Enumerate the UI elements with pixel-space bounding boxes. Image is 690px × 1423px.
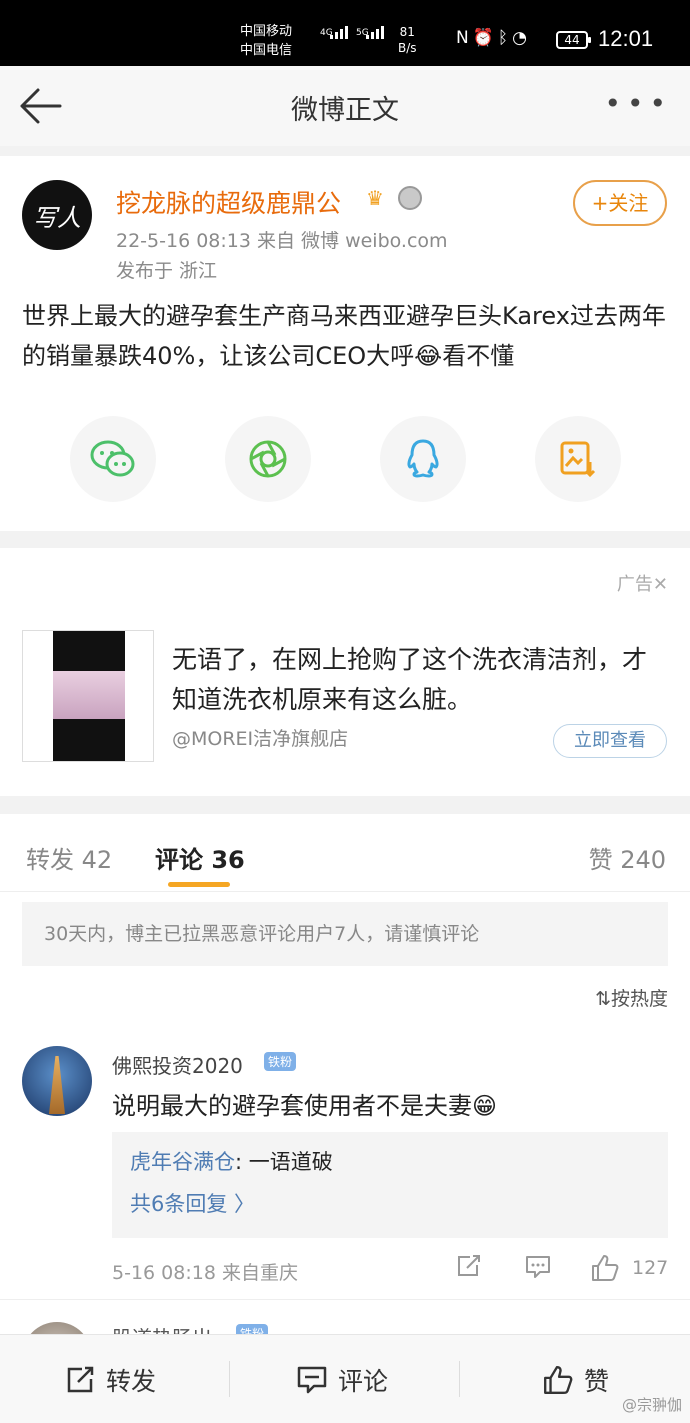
ad-thumbnail[interactable] [22,630,154,762]
ad-close-label[interactable]: 广告✕ [617,570,668,596]
view-replies-link[interactable]: 共6条回复 〉 [130,1188,255,1218]
divider [0,796,690,814]
nfc-icon: Ν [456,28,473,48]
divider [229,1361,230,1397]
clock: 12:01 [598,26,654,51]
ad-source: @MOREI洁净旗舰店 [172,728,349,750]
carrier-1: 中国移动 [240,24,293,39]
wechat-icon [90,440,135,477]
bluetooth-icon: ᛒ [497,28,513,48]
commenter-name[interactable]: 佛熙投资2020 [112,1050,243,1079]
comment-text: 说明最大的避孕套使用者不是夫妻😁 [112,1092,498,1120]
thumbs-up-icon [592,1255,619,1281]
reply-text: : 一语道破 [235,1150,333,1174]
author-avatar[interactable]: 写人 [22,180,92,250]
tab-comment[interactable]: 评论 36 [155,840,245,875]
battery-icon: 44 [556,31,591,49]
alarm-icon: ⏰ [472,28,498,48]
status-bar: 中国移动 中国电信 4G 5G 81 B/s Ν⏰ᛒ◔ 44 12:01 [0,0,690,66]
speed-icon: ◔ [512,28,531,48]
fan-badge: 铁粉 [264,1052,297,1071]
signal-bars-icon [330,26,348,39]
like-label: 赞 [584,1366,610,1396]
comment-label: 评论 [338,1366,389,1396]
signal-bars-icon [366,26,384,39]
comment-item: 佛熙投资2020 铁粉 说明最大的避孕套使用者不是夫妻😁 虎年谷满仓: 一语道破… [0,1040,690,1300]
post-location: 发布于 浙江 [116,260,218,282]
comment-time: 5-16 08:18 来自重庆 [112,1262,298,1284]
divider [459,1361,460,1397]
repost-icon [67,1366,94,1392]
post-card: 写人 挖龙脉的超级鹿鼎公 ♛ 22-5-16 08:13 来自 微博 weibo… [0,156,690,531]
comment-like-button[interactable]: 127 [590,1254,668,1282]
reply-comment-icon[interactable] [524,1254,552,1280]
commenter-avatar[interactable] [22,1046,92,1116]
watermark: @宗翀伽 [621,1396,682,1414]
divider [0,146,690,156]
qq-icon [407,439,439,478]
repost-comment-icon[interactable] [456,1254,482,1278]
active-tab-indicator [168,882,230,887]
crown-icon: ♛ [366,186,384,210]
ad-view-button[interactable]: 立即查看 [553,724,667,758]
carrier-2: 中国电信 [240,43,293,58]
share-row [0,416,690,502]
medal-icon [398,186,422,210]
save-image-button[interactable] [535,416,621,502]
repost-button[interactable]: 转发 [66,1335,156,1423]
tab-like[interactable]: 赞 240 [589,840,666,875]
sort-label: 按热度 [610,988,668,1010]
follow-button[interactable]: +关注 [573,180,667,226]
navigation-bar: 微博正文 ••• [0,66,690,146]
moments-share-button[interactable] [225,416,311,502]
system-icons: Ν⏰ᛒ◔ [456,28,531,48]
reply-preview[interactable]: 虎年谷满仓: 一语道破 共6条回复 〉 [112,1132,668,1238]
moments-icon [249,440,287,478]
bottom-action-bar: 转发 评论 赞 [0,1334,690,1423]
author-name[interactable]: 挖龙脉的超级鹿鼎公 [116,184,341,220]
comment-icon [297,1366,327,1393]
like-button[interactable]: 赞 [542,1335,609,1423]
more-options-icon[interactable]: ••• [604,90,672,118]
ad-text: 无语了，在网上抢购了这个洗衣清洁剂，才知道洗衣机原来有这么脏。 [172,645,648,714]
interaction-tabs: 转发 42 评论 36 赞 240 [0,814,690,892]
wechat-share-button[interactable] [70,416,156,502]
ad-card[interactable]: 广告✕ 无语了，在网上抢购了这个洗衣清洁剂，才知道洗衣机原来有这么脏。 @MOR… [0,548,690,796]
speed-unit: B/s [398,41,417,55]
sort-icon: ⇅ [595,988,611,1010]
thumbs-up-icon [544,1365,573,1394]
carrier-info: 中国移动 中国电信 [240,22,292,60]
reply-line: 虎年谷满仓: 一语道破 [130,1146,333,1176]
comment-like-count: 127 [632,1257,669,1279]
reply-author[interactable]: 虎年谷满仓 [130,1150,235,1174]
comment-button[interactable]: 评论 [296,1335,388,1423]
comment-notice: 30天内，博主已拉黑恶意评论用户7人，请谨慎评论 [22,902,668,966]
tab-repost[interactable]: 转发 42 [26,840,112,875]
repost-label: 转发 [106,1366,157,1396]
page-title: 微博正文 [291,95,399,126]
qq-share-button[interactable] [380,416,466,502]
post-meta: 22-5-16 08:13 来自 微博 weibo.com [116,230,448,252]
network-speed: 81 B/s [398,24,417,56]
post-text: 世界上最大的避孕套生产商马来西亚避孕巨头Karex过去两年的销量暴跌40%，让该… [22,302,666,370]
image-download-icon [560,441,596,478]
divider [0,531,690,548]
sort-button[interactable]: ⇅按热度 [595,984,668,1011]
speed-value: 81 [399,25,415,39]
